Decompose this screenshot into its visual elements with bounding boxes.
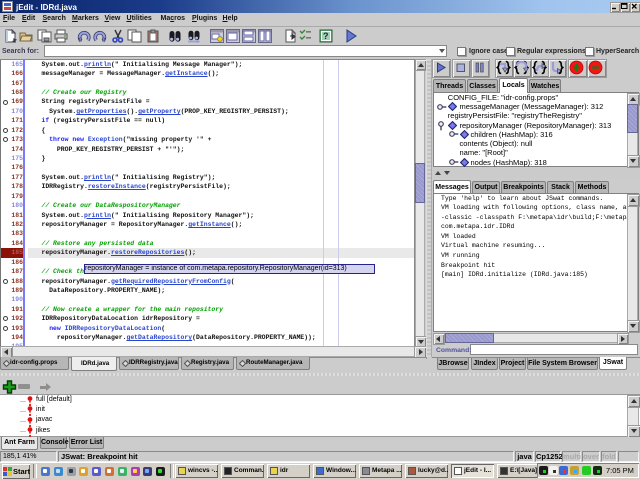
svg-text:?: ? bbox=[323, 31, 329, 41]
